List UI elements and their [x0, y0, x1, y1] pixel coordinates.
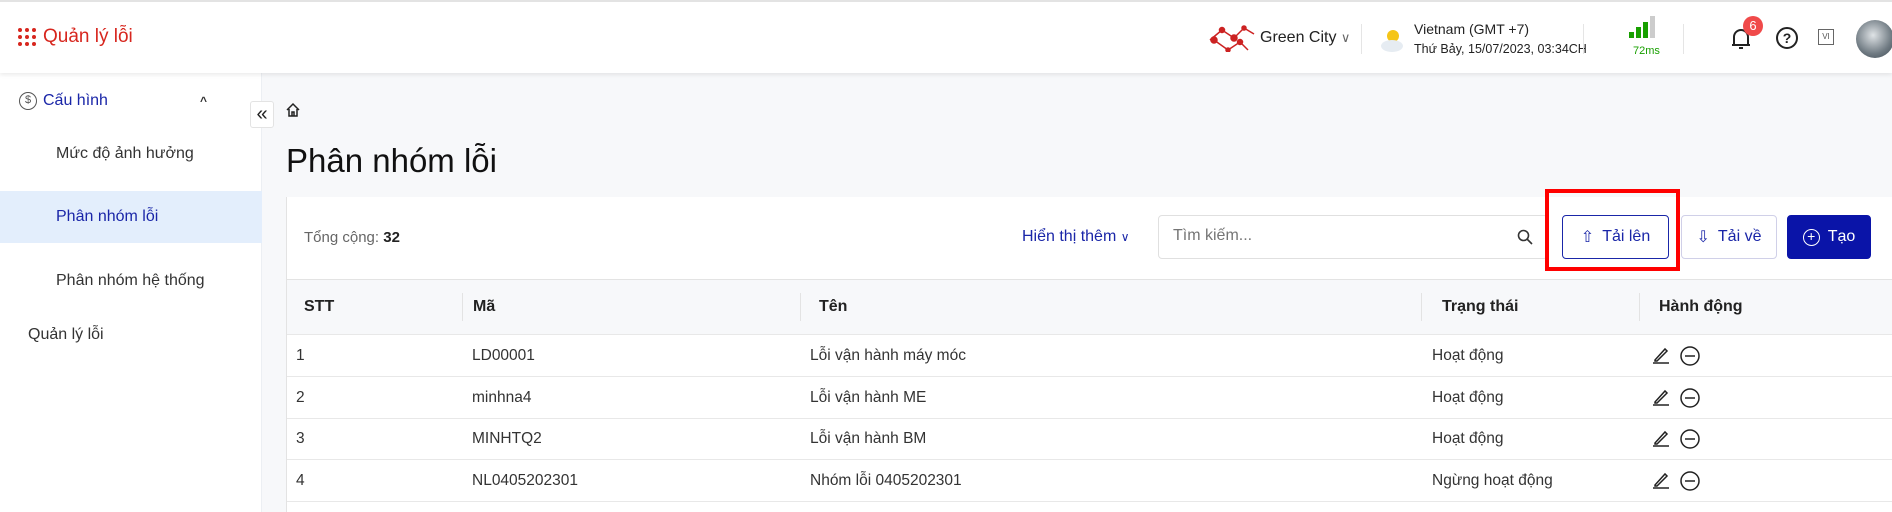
download-label: Tải về	[1717, 228, 1762, 245]
plus-circle-icon: +	[1802, 228, 1820, 246]
sidebar-item-label: Quản lý lỗi	[28, 326, 104, 343]
show-more-label: Hiển thị thêm	[1022, 228, 1117, 245]
show-more-dropdown[interactable]: Hiển thị thêm ∨	[1022, 228, 1130, 246]
row-code: MINHTQ2	[472, 430, 542, 447]
table-row: 1 LD00001 Lỗi vận hành máy móc Hoạt động	[286, 335, 1892, 377]
row-name: Nhóm lỗi 0405202301	[810, 471, 962, 489]
chevron-up-icon: ^	[200, 94, 208, 108]
latency: 72ms	[1633, 45, 1660, 57]
row-stt: 2	[296, 388, 305, 406]
dollar-icon: $	[19, 92, 37, 110]
search-input[interactable]	[1173, 216, 1503, 256]
create-label: Tạo	[1827, 228, 1856, 245]
home-icon[interactable]	[285, 102, 301, 118]
total-count: Tổng cộng: 32	[304, 229, 400, 246]
chevron-down-icon: ∨	[1120, 230, 1130, 244]
top-bar: Quản lý lỗi Green City ∨ Vietnam (GMT +7…	[0, 0, 1892, 73]
weather-icon	[1381, 30, 1403, 52]
help-icon[interactable]: ?	[1776, 27, 1798, 49]
table-row: 4 NL0405202301 Nhóm lỗi 0405202301 Ngừng ho…	[286, 460, 1892, 502]
sidebar-group-config[interactable]: $ Cấu hình ^	[0, 75, 262, 127]
edit-icon[interactable]	[1651, 428, 1671, 453]
sidebar-item-error-groups[interactable]: Phân nhóm lỗi	[0, 191, 262, 243]
row-name: Lỗi vận hành máy móc	[810, 347, 966, 364]
row-status: Hoạt động	[1432, 347, 1504, 364]
sidebar-item-label: Phân nhóm lỗi	[56, 208, 159, 225]
row-stt: 1	[296, 347, 305, 364]
table-header	[286, 279, 1892, 335]
apps-grid-icon[interactable]	[18, 28, 36, 46]
highlight-box	[1545, 189, 1680, 271]
row-code: NL0405202301	[472, 471, 579, 489]
chevron-down-icon: ∨	[1340, 30, 1351, 45]
sidebar-item-error-management[interactable]: Quản lý lỗi	[0, 309, 262, 361]
search-icon[interactable]	[1517, 229, 1533, 245]
remove-icon[interactable]	[1679, 428, 1701, 455]
sidebar-group-label: Cấu hình	[43, 92, 108, 109]
row-status: Hoạt động	[1432, 388, 1504, 406]
signal-icon	[1629, 16, 1655, 38]
row-name: Lỗi vận hành ME	[810, 388, 927, 406]
edit-icon[interactable]	[1651, 345, 1671, 370]
row-code: LD00001	[472, 347, 535, 364]
remove-icon[interactable]	[1679, 470, 1701, 497]
green-city-logo-icon	[1209, 25, 1255, 52]
download-icon: ⇩	[1696, 229, 1710, 246]
row-status: Hoạt động	[1432, 430, 1504, 447]
sidebar-item-label: Phân nhóm hệ thống	[56, 272, 205, 289]
table-row: 3 MINHTQ2 Lỗi vận hành BM Hoạt động	[286, 418, 1892, 460]
row-code: minhna4	[472, 388, 532, 406]
row-stt: 3	[296, 430, 305, 447]
org-name: Green City	[1260, 29, 1337, 46]
timezone: Vietnam (GMT +7)	[1414, 21, 1530, 37]
app-title: Quản lý lỗi	[43, 26, 133, 47]
total-label: Tổng cộng:	[304, 229, 380, 246]
sidebar-item-system-groups[interactable]: Phân nhóm hệ thống	[0, 255, 262, 307]
total-value: 32	[383, 229, 400, 246]
download-button[interactable]: ⇩ Tải về	[1681, 215, 1777, 259]
org-selector[interactable]: Green City ∨	[1260, 29, 1350, 47]
column-header-name: Tên	[819, 298, 848, 315]
edit-icon[interactable]	[1651, 470, 1671, 495]
collapse-sidebar-button[interactable]: «	[250, 101, 274, 128]
row-stt: 4	[296, 471, 305, 489]
column-header-status: Trạng thái	[1442, 298, 1519, 315]
sidebar: $ Cấu hình ^ Mức độ ảnh hưởng Phân nhóm …	[0, 73, 262, 512]
avatar[interactable]	[1856, 20, 1892, 58]
row-name: Lỗi vận hành BM	[810, 430, 927, 447]
edit-icon[interactable]	[1651, 387, 1671, 412]
sidebar-item-label: Mức độ ảnh hưởng	[56, 145, 194, 162]
column-header-stt: STT	[304, 298, 335, 315]
notification-badge: 6	[1743, 16, 1763, 36]
create-button[interactable]: + Tạo	[1787, 215, 1871, 259]
remove-icon[interactable]	[1679, 387, 1701, 414]
column-header-code: Mã	[473, 298, 496, 315]
column-header-actions: Hành động	[1659, 298, 1743, 315]
page-title: Phân nhóm lỗi	[286, 142, 497, 179]
remove-icon[interactable]	[1679, 345, 1701, 372]
datetime: Thứ Bảy, 15/07/2023, 03:34CH	[1414, 42, 1587, 56]
search-box[interactable]	[1158, 215, 1548, 259]
sidebar-item-impact-level[interactable]: Mức độ ảnh hưởng	[0, 128, 262, 180]
language-switch[interactable]: VI	[1818, 29, 1834, 45]
table-row: 2 minhna4 Lỗi vận hành ME Hoạt động	[286, 377, 1892, 419]
row-status: Ngừng hoạt động	[1432, 471, 1553, 489]
